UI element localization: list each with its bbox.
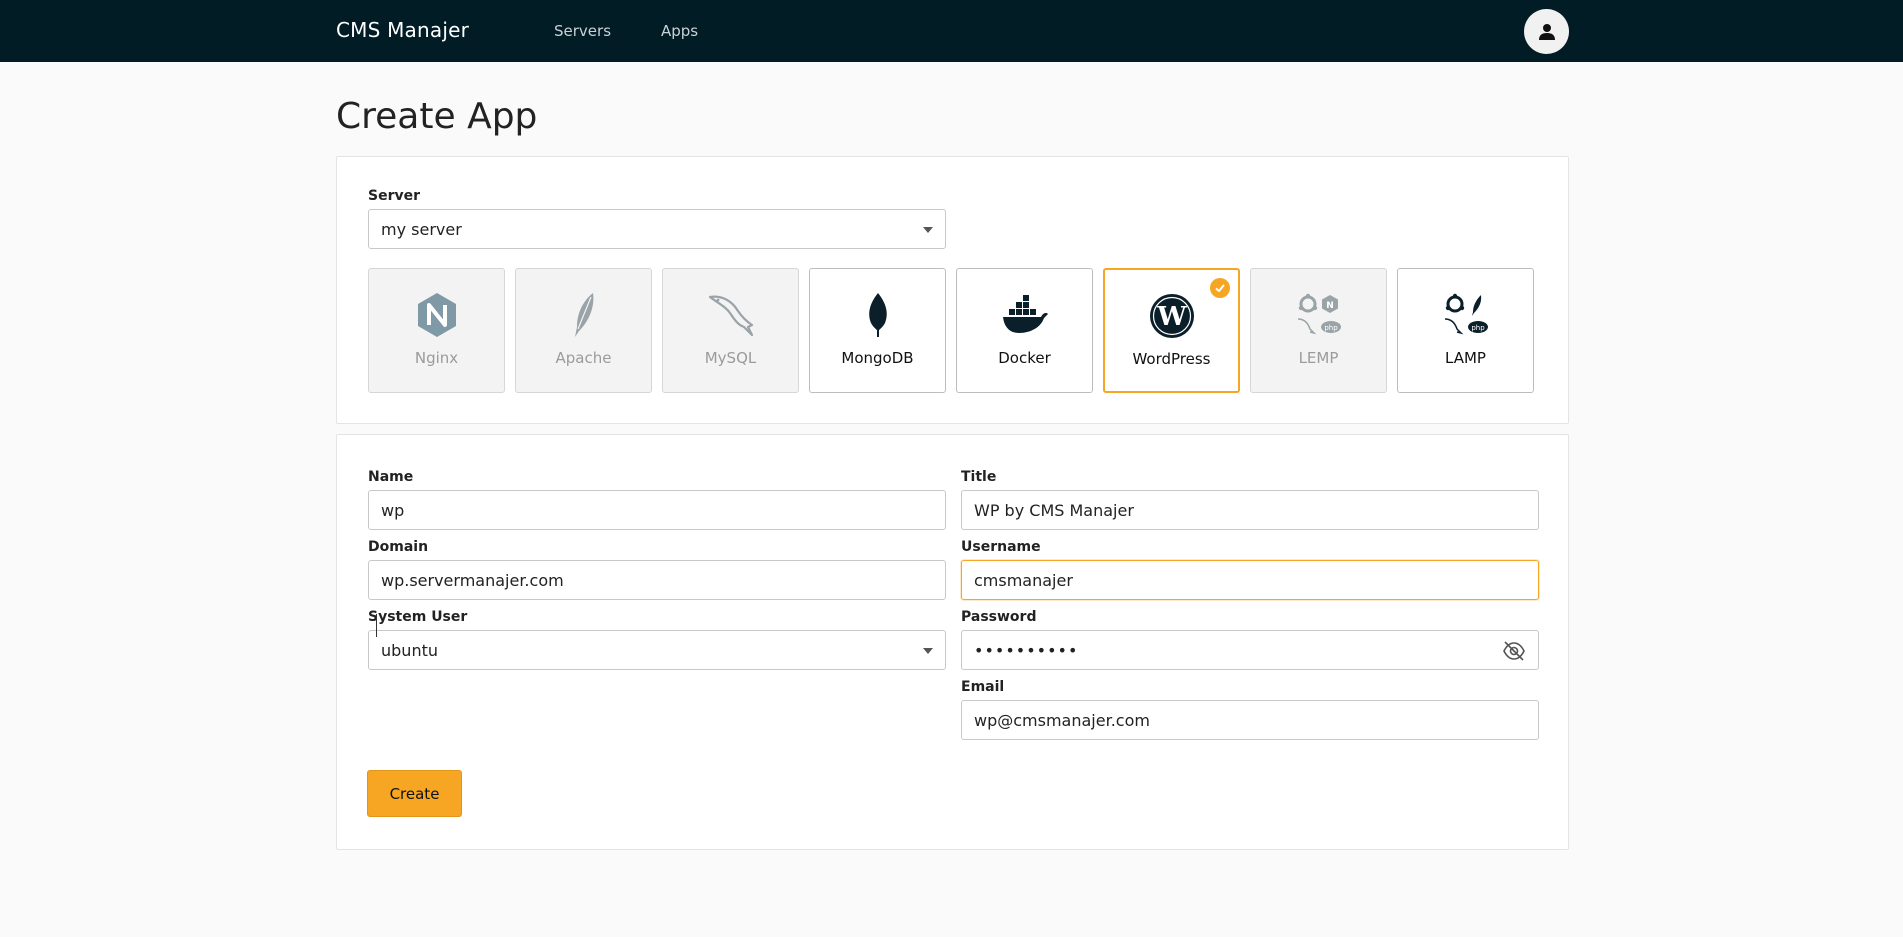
password-value: •••••••••• <box>974 640 1079 660</box>
email-label: Email <box>961 679 1005 695</box>
email-value: wp@cmsmanajer.com <box>974 710 1150 730</box>
server-select[interactable]: my server <box>368 209 946 249</box>
domain-input[interactable]: wp.servermanajer.com <box>368 560 946 600</box>
mongodb-leaf-icon <box>868 293 887 337</box>
app-type-label: MongoDB <box>841 349 914 367</box>
app-type-mysql[interactable]: MySQL <box>662 268 799 393</box>
name-value: wp <box>381 500 405 520</box>
app-type-label: Apache <box>555 349 612 367</box>
mysql-dolphin-icon <box>708 295 753 337</box>
nav-link-apps[interactable]: Apps <box>661 22 698 40</box>
app-type-wordpress[interactable]: W WordPress <box>1103 268 1240 393</box>
username-input[interactable]: cmsmanajer <box>961 560 1539 600</box>
email-input[interactable]: wp@cmsmanajer.com <box>961 700 1539 740</box>
app-type-label: WordPress <box>1132 350 1211 368</box>
svg-text:php: php <box>1471 324 1485 332</box>
nav-link-servers[interactable]: Servers <box>554 22 611 40</box>
app-type-card: Server my server Nginx Apache MySQL Mong… <box>336 156 1569 424</box>
app-type-label: Docker <box>998 349 1051 367</box>
svg-text:N: N <box>1326 301 1334 311</box>
svg-text:W: W <box>1156 302 1187 332</box>
password-input[interactable]: •••••••••• <box>961 630 1539 670</box>
system-user-value: ubuntu <box>381 640 438 660</box>
app-type-label: LAMP <box>1445 349 1486 367</box>
lemp-stack-icon: N php <box>1297 293 1341 335</box>
title-value: WP by CMS Manajer <box>974 500 1134 520</box>
lamp-stack-icon: php <box>1444 293 1488 335</box>
username-label: Username <box>961 539 1041 555</box>
app-details-form: Name wp Domain wp.servermanajer.com Syst… <box>336 434 1569 850</box>
domain-label: Domain <box>368 539 429 555</box>
app-type-label: Nginx <box>414 349 459 367</box>
text-cursor <box>376 614 377 637</box>
page-title: Create App <box>336 96 538 137</box>
apache-feather-icon <box>574 293 593 337</box>
app-type-label: LEMP <box>1298 349 1339 367</box>
create-button[interactable]: Create <box>367 770 462 817</box>
brand-logo[interactable]: CMS Manajer <box>336 18 469 42</box>
app-type-nginx[interactable]: Nginx <box>368 268 505 393</box>
title-label: Title <box>961 469 997 485</box>
name-input[interactable]: wp <box>368 490 946 530</box>
system-user-select[interactable]: ubuntu <box>368 630 946 670</box>
app-type-lemp[interactable]: N php LEMP <box>1250 268 1387 393</box>
wordpress-icon: W <box>1149 294 1194 338</box>
app-type-label: MySQL <box>704 349 757 367</box>
title-input[interactable]: WP by CMS Manajer <box>961 490 1539 530</box>
server-select-value: my server <box>381 219 462 239</box>
user-icon <box>1538 23 1555 40</box>
chevron-down-icon <box>923 227 933 233</box>
app-type-mongodb[interactable]: MongoDB <box>809 268 946 393</box>
svg-text:php: php <box>1324 324 1338 332</box>
docker-whale-icon <box>1002 295 1048 333</box>
chevron-down-icon <box>923 648 933 654</box>
name-label: Name <box>368 469 414 485</box>
app-type-lamp[interactable]: php LAMP <box>1397 268 1534 393</box>
username-value: cmsmanajer <box>974 570 1073 590</box>
eye-off-icon[interactable] <box>1502 640 1526 662</box>
domain-value: wp.servermanajer.com <box>381 570 564 590</box>
server-label: Server <box>368 188 421 204</box>
app-type-apache[interactable]: Apache <box>515 268 652 393</box>
system-user-label: System User <box>368 609 468 625</box>
user-avatar-button[interactable] <box>1524 9 1569 54</box>
nginx-icon <box>417 293 456 337</box>
top-navbar: CMS Manajer Servers Apps <box>0 0 1903 62</box>
password-label: Password <box>961 609 1037 625</box>
app-type-docker[interactable]: Docker <box>956 268 1093 393</box>
